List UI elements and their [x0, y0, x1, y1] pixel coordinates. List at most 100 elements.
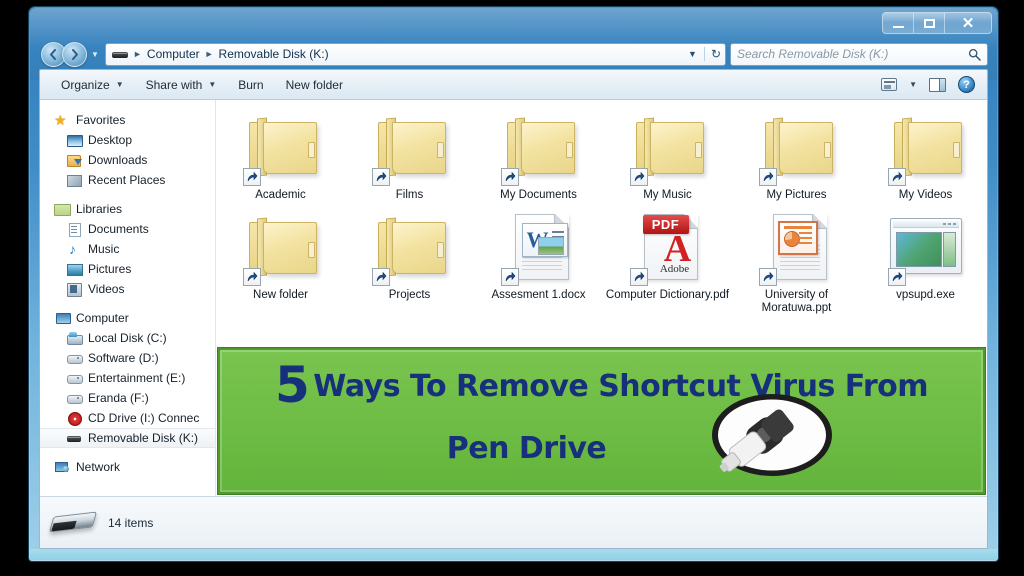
address-dropdown-button[interactable]: ▼ [681, 49, 704, 59]
view-dropdown-button[interactable]: ▼ [903, 77, 923, 92]
nav-group-favorites: Favorites Desktop Downloads Recent [40, 110, 215, 190]
sidebar-item-label: Removable Disk (K:) [88, 431, 199, 445]
sidebar-item-recent-places[interactable]: Recent Places [40, 170, 215, 190]
item-thumbnail [366, 112, 454, 186]
search-box[interactable] [730, 42, 988, 66]
pdf-document-icon: A Adobe PDF [642, 214, 698, 280]
minimize-icon [892, 25, 904, 28]
change-view-button[interactable] [875, 75, 903, 94]
maximize-button[interactable] [914, 13, 945, 33]
file-row: New folder Projects Assesment 1.docx A A… [216, 208, 987, 315]
list-item[interactable]: Films [345, 108, 474, 202]
item-label: Academic [255, 189, 306, 201]
sidebar-item-label: Documents [88, 222, 149, 236]
search-input[interactable] [737, 47, 968, 61]
sidebar-item-pictures[interactable]: Pictures [40, 259, 215, 279]
sidebar-item-computer[interactable]: Computer [40, 308, 215, 328]
pictures-icon [66, 262, 83, 276]
breadcrumb-item-computer[interactable]: Computer [147, 47, 200, 61]
shortcut-arrow-icon [242, 268, 261, 286]
burn-label: Burn [238, 77, 264, 92]
organize-button[interactable]: Organize ▼ [50, 74, 135, 96]
preview-pane-button[interactable] [923, 75, 952, 95]
minimize-button[interactable] [883, 13, 914, 33]
search-icon [968, 48, 981, 61]
close-button[interactable]: ✕ [945, 13, 991, 33]
sidebar-item-label: Pictures [88, 262, 132, 276]
shortcut-arrow-icon [371, 168, 390, 186]
sidebar-item-cd-drive-i[interactable]: CD Drive (I:) Connec [40, 408, 215, 428]
sidebar-item-software-d[interactable]: Software (D:) [40, 348, 215, 368]
list-item[interactable]: Academic [216, 108, 345, 202]
explorer-body: Favorites Desktop Downloads Recent [40, 100, 987, 496]
refresh-button[interactable]: ↻ [703, 47, 721, 61]
explorer-window: ✕ ▼ ► Computer ► Removable Disk (K:) ▼ ↻ [28, 6, 999, 562]
list-item[interactable]: W Assesment 1.docx [474, 208, 603, 315]
preview-pane-icon [929, 77, 946, 92]
sidebar-item-label: Libraries [76, 202, 123, 216]
list-item[interactable]: vpsupd.exe [861, 208, 987, 315]
sidebar-item-eranda-f[interactable]: Eranda (F:) [40, 388, 215, 408]
word-document-icon: W [514, 214, 569, 280]
list-item[interactable]: My Videos [861, 108, 987, 202]
list-item[interactable]: My Pictures [732, 108, 861, 202]
help-button[interactable]: ? [952, 73, 981, 96]
drive-icon [66, 371, 83, 385]
libraries-icon [54, 202, 71, 216]
shortcut-arrow-icon [629, 168, 648, 186]
sidebar-item-favorites[interactable]: Favorites [40, 110, 215, 130]
sidebar-item-downloads[interactable]: Downloads [40, 150, 215, 170]
address-toolbar: ▼ ► Computer ► Removable Disk (K:) ▼ ↻ [39, 41, 988, 67]
file-list-pane[interactable]: Academic Films My Documents My Music My … [216, 100, 987, 496]
item-thumbnail [882, 112, 970, 186]
removable-drive-icon [112, 49, 128, 60]
sidebar-item-label: Music [88, 242, 120, 256]
sidebar-item-libraries[interactable]: Libraries [40, 199, 215, 219]
navigation-pane[interactable]: Favorites Desktop Downloads Recent [40, 100, 216, 496]
sidebar-item-label: Local Disk (C:) [88, 331, 167, 345]
list-item[interactable]: University of Moratuwa.ppt [732, 208, 861, 315]
sidebar-item-videos[interactable]: Videos [40, 279, 215, 299]
sidebar-item-documents[interactable]: Documents [40, 219, 215, 239]
new-folder-button[interactable]: New folder [275, 74, 354, 96]
breadcrumb-separator: ► [133, 49, 142, 59]
history-dropdown-button[interactable]: ▼ [88, 50, 102, 59]
breadcrumb-address-bar[interactable]: ► Computer ► Removable Disk (K:) ▼ ↻ [105, 42, 726, 66]
sidebar-item-label: Network [76, 460, 121, 474]
item-thumbnail [237, 212, 325, 286]
sidebar-item-label: Software (D:) [88, 351, 159, 365]
removable-drive-icon [48, 506, 100, 540]
sidebar-item-network[interactable]: Network [40, 457, 215, 477]
drive-icon [66, 351, 83, 365]
item-label: University of Moratuwa.ppt [761, 289, 832, 314]
sidebar-item-label: Recent Places [88, 173, 166, 187]
forward-button[interactable] [62, 41, 87, 67]
chevron-down-icon: ▼ [208, 80, 217, 89]
sidebar-item-removable-disk-k[interactable]: Removable Disk (K:) [40, 428, 215, 448]
chevron-down-icon: ▼ [115, 80, 124, 89]
item-label: New folder [253, 289, 308, 301]
list-item[interactable]: New folder [216, 208, 345, 315]
burn-button[interactable]: Burn [227, 74, 274, 96]
item-thumbnail [753, 112, 841, 186]
item-thumbnail: A Adobe PDF [624, 212, 712, 286]
adobe-wordmark: Adobe [659, 263, 690, 275]
item-thumbnail [237, 112, 325, 186]
sidebar-item-music[interactable]: Music [40, 239, 215, 259]
breadcrumb-item-removable-disk[interactable]: Removable Disk (K:) [219, 47, 329, 61]
sidebar-item-desktop[interactable]: Desktop [40, 130, 215, 150]
shortcut-arrow-icon [500, 268, 519, 286]
sidebar-item-local-disk-c[interactable]: Local Disk (C:) [40, 328, 215, 348]
sidebar-item-entertainment-e[interactable]: Entertainment (E:) [40, 368, 215, 388]
list-item[interactable]: My Documents [474, 108, 603, 202]
item-label: My Documents [500, 189, 577, 201]
item-thumbnail [366, 212, 454, 286]
list-item[interactable]: My Music [603, 108, 732, 202]
item-label: vpsupd.exe [896, 289, 955, 301]
forward-arrow-icon [72, 48, 78, 60]
list-item[interactable]: Projects [345, 208, 474, 315]
list-item[interactable]: A Adobe PDF Computer Dictionary.pdf [603, 208, 732, 315]
explorer-client-area: Organize ▼ Share with ▼ Burn New folder … [39, 69, 988, 549]
share-with-button[interactable]: Share with ▼ [135, 74, 228, 96]
documents-icon [66, 222, 82, 237]
